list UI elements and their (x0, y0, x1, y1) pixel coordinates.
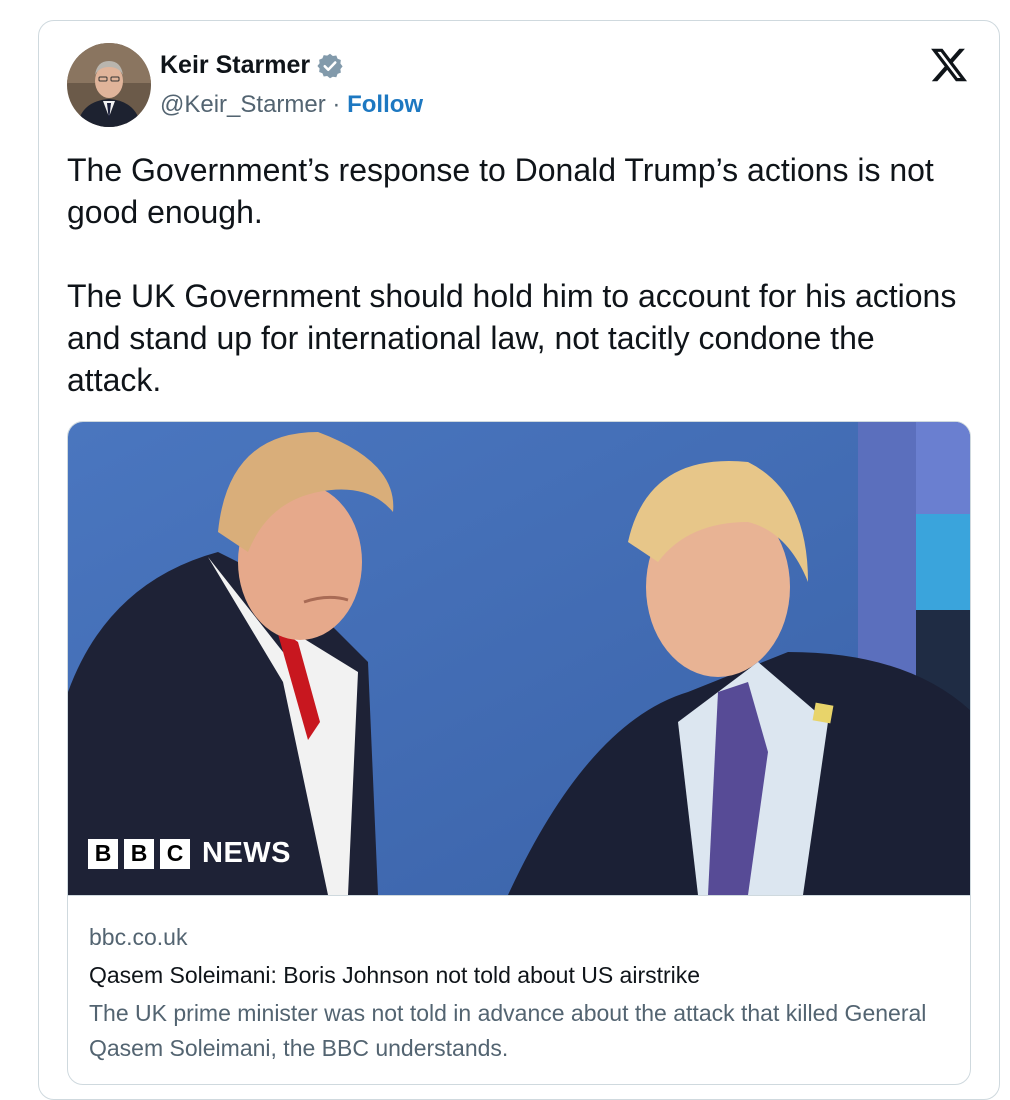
handle-separator: · (332, 91, 341, 118)
tweet-paragraph: The Government’s response to Donald Trum… (67, 152, 934, 230)
avatar[interactable] (67, 43, 151, 127)
link-preview-card[interactable]: B B C NEWS bbc.co.uk Qasem Soleimani: Bo… (67, 421, 971, 1085)
link-preview-meta[interactable]: bbc.co.uk Qasem Soleimani: Boris Johnson… (68, 895, 970, 1084)
author-name-row[interactable]: Keir Starmer (160, 51, 344, 80)
link-domain: bbc.co.uk (89, 924, 188, 950)
avatar-image (67, 43, 151, 127)
tweet-text: The Government’s response to Donald Trum… (67, 149, 967, 401)
bbc-news-word: NEWS (202, 837, 291, 869)
tweet-card: Keir Starmer @Keir_Starmer · Follow The … (38, 20, 1000, 1100)
author-display-name[interactable]: Keir Starmer (160, 51, 310, 80)
bbc-letter: B (124, 838, 154, 869)
author-handle-row: @Keir_Starmer · Follow (160, 91, 423, 119)
tweet-paragraph: The UK Government should hold him to acc… (67, 278, 957, 398)
link-title[interactable]: Qasem Soleimani: Boris Johnson not told … (89, 957, 952, 993)
link-preview-image[interactable] (68, 422, 971, 895)
x-logo-icon[interactable] (929, 45, 969, 85)
link-description: The UK prime minister was not told in ad… (89, 1000, 927, 1061)
bbc-letter: C (160, 838, 190, 869)
verified-badge-icon (316, 52, 344, 80)
follow-button[interactable]: Follow (347, 91, 423, 118)
bbc-news-watermark: B B C NEWS (88, 837, 291, 870)
author-handle[interactable]: @Keir_Starmer (160, 91, 326, 118)
bbc-letter: B (88, 838, 118, 869)
